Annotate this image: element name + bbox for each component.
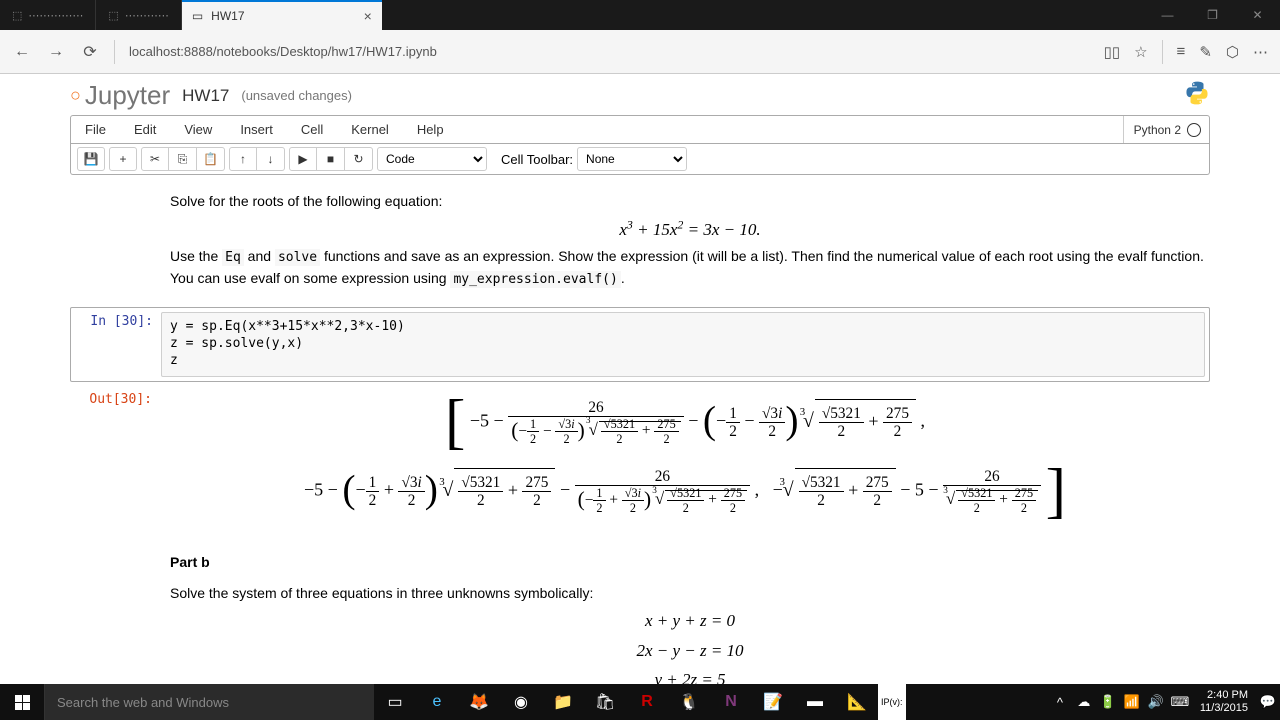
task-view-icon[interactable]: ▭: [374, 684, 416, 720]
back-button[interactable]: ←: [12, 43, 32, 61]
url-field[interactable]: localhost:8888/notebooks/Desktop/hw17/HW…: [129, 44, 1090, 59]
move-down-button[interactable]: ↓: [257, 147, 285, 171]
share-icon[interactable]: ⬡: [1226, 43, 1239, 61]
code-input[interactable]: y = sp.Eq(x**3+15*x**2,3*x-10) z = sp.so…: [161, 312, 1205, 377]
tray-volume-icon[interactable]: 🔊: [1144, 694, 1168, 710]
cut-button[interactable]: ✂: [141, 147, 169, 171]
onenote-icon[interactable]: N: [710, 684, 752, 720]
browser-titlebar: ⬚⋯⋯⋯⋯⋯ ⬚⋯⋯⋯⋯ ▭ HW17 × — ❐ ✕: [0, 0, 1280, 30]
menu-help[interactable]: Help: [403, 116, 458, 143]
page-icon: ▭: [192, 9, 203, 23]
menu-edit[interactable]: Edit: [120, 116, 170, 143]
save-button[interactable]: 💾: [77, 147, 105, 171]
jupyter-header: Jupyter HW17 (unsaved changes): [70, 74, 1210, 115]
store-icon[interactable]: 🛍: [584, 684, 626, 720]
webnote-icon[interactable]: ✎: [1199, 43, 1212, 61]
tray-battery-icon[interactable]: 🔋: [1096, 694, 1120, 710]
cell-type-select[interactable]: Code: [377, 147, 487, 171]
taskbar-search[interactable]: Search the web and Windows: [44, 684, 374, 720]
out-prompt: Out[30]:: [70, 386, 160, 532]
forward-button[interactable]: →: [46, 43, 66, 61]
tray-wifi-icon[interactable]: 📶: [1120, 694, 1144, 710]
matlab-icon[interactable]: 📐: [836, 684, 878, 720]
taskbar-clock[interactable]: 2:40 PM 11/3/2015: [1192, 689, 1256, 715]
jupyter-logo[interactable]: Jupyter: [70, 80, 170, 111]
move-up-button[interactable]: ↑: [229, 147, 257, 171]
menu-file[interactable]: File: [71, 116, 120, 143]
notebook-status: (unsaved changes): [241, 88, 352, 103]
app-icon-1[interactable]: 🐧: [668, 684, 710, 720]
reading-view-icon[interactable]: ▯▯: [1104, 43, 1121, 61]
background-tab-2[interactable]: ⬚⋯⋯⋯⋯: [96, 0, 181, 30]
system-tray: ^ ☁ 🔋 📶 🔊 ⌨ 2:40 PM 11/3/2015 💬: [1048, 684, 1280, 720]
tray-onedrive-icon[interactable]: ☁: [1072, 694, 1096, 710]
markdown-partb[interactable]: Part b Solve the system of three equatio…: [70, 532, 1210, 701]
close-tab-icon[interactable]: ×: [364, 8, 372, 24]
menu-insert[interactable]: Insert: [226, 116, 287, 143]
stop-button[interactable]: ■: [317, 147, 345, 171]
background-tab-1[interactable]: ⬚⋯⋯⋯⋯⋯: [0, 0, 96, 30]
explorer-icon[interactable]: 📁: [542, 684, 584, 720]
jupyter-toolbar: 💾 + ✂ ⎘ 📋 ↑ ↓ ▶ ■ ↻ Code Cell Toolbar: N…: [70, 144, 1210, 175]
markdown-cell[interactable]: Solve for the roots of the following equ…: [70, 183, 1210, 297]
math-output: [ −5 − 26(−12 − √3i2) 3√√53212 + 2752 − …: [160, 386, 1210, 532]
jupyter-menubar: File Edit View Insert Cell Kernel Help P…: [70, 115, 1210, 144]
tray-keyboard-icon[interactable]: ⌨: [1168, 694, 1192, 710]
start-button[interactable]: [0, 684, 44, 720]
firefox-icon[interactable]: 🦊: [458, 684, 500, 720]
favorite-icon[interactable]: ☆: [1134, 43, 1147, 61]
menu-view[interactable]: View: [170, 116, 226, 143]
notifications-icon[interactable]: 💬: [1256, 694, 1280, 710]
tray-chevron-icon[interactable]: ^: [1048, 695, 1072, 710]
restart-button[interactable]: ↻: [345, 147, 373, 171]
run-button[interactable]: ▶: [289, 147, 317, 171]
ip-label[interactable]: IP(v):: [878, 684, 906, 720]
browser-tab-active[interactable]: ▭ HW17 ×: [182, 0, 382, 30]
hub-icon[interactable]: ≡: [1177, 43, 1186, 60]
add-cell-button[interactable]: +: [109, 147, 137, 171]
copy-button[interactable]: ⎘: [169, 147, 197, 171]
cell-toolbar-select[interactable]: None: [577, 147, 687, 171]
minimize-button[interactable]: —: [1145, 0, 1190, 30]
cell-toolbar-label: Cell Toolbar:: [501, 152, 573, 167]
browser-addressbar: ← → ⟳ localhost:8888/notebooks/Desktop/h…: [0, 30, 1280, 74]
code-cell[interactable]: In [30]: y = sp.Eq(x**3+15*x**2,3*x-10) …: [70, 307, 1210, 382]
paste-button[interactable]: 📋: [197, 147, 225, 171]
notebook-title[interactable]: HW17: [182, 86, 229, 106]
notebook-body: Solve for the roots of the following equ…: [70, 175, 1210, 701]
r-icon[interactable]: R: [626, 684, 668, 720]
edge-icon[interactable]: e: [416, 684, 458, 720]
refresh-button[interactable]: ⟳: [80, 42, 100, 62]
maximize-button[interactable]: ❐: [1190, 0, 1235, 30]
window-close-button[interactable]: ✕: [1235, 0, 1280, 30]
more-icon[interactable]: ⋯: [1253, 43, 1268, 61]
windows-taskbar: Search the web and Windows ▭ e 🦊 ◉ 📁 🛍 R…: [0, 684, 1280, 720]
chrome-icon[interactable]: ◉: [500, 684, 542, 720]
kernel-indicator: Python 2: [1123, 116, 1201, 143]
app-icon-2[interactable]: 📝: [752, 684, 794, 720]
terminal-icon[interactable]: ▬: [794, 684, 836, 720]
in-prompt: In [30]:: [71, 308, 161, 381]
menu-kernel[interactable]: Kernel: [337, 116, 403, 143]
output-cell: Out[30]: [ −5 − 26(−12 − √3i2) 3√√53212 …: [70, 386, 1210, 532]
python-logo-icon: [1184, 80, 1210, 106]
menu-cell[interactable]: Cell: [287, 116, 337, 143]
